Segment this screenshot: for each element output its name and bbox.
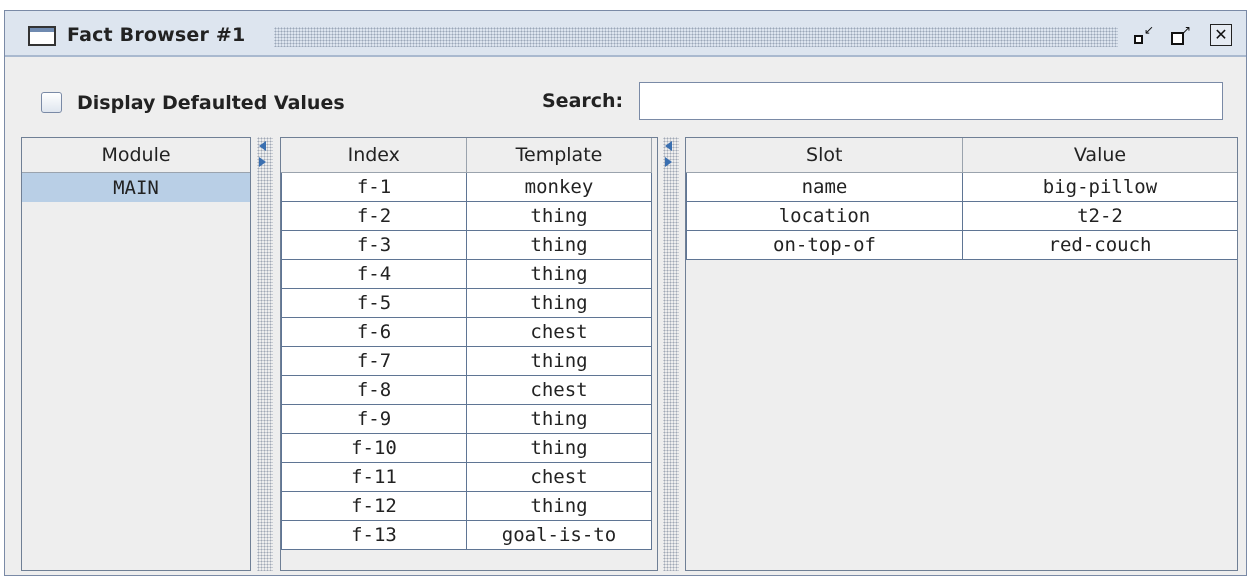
slot-name-cell[interactable]: name [686,172,963,202]
fact-row[interactable]: f-13 goal-is-to [281,520,652,550]
collapse-right-arrow-icon[interactable] [259,157,266,167]
fact-index-cell[interactable]: f-6 [281,317,467,347]
collapse-right-arrow-icon[interactable] [665,157,672,167]
fact-template-cell[interactable]: thing [466,201,652,231]
slots-table: Slot Value name big-pillow location t2-2 on-… [686,138,1237,260]
fact-template-cell[interactable]: thing [466,259,652,289]
maximize-icon[interactable]: ↗ [1169,24,1191,46]
fact-index-cell[interactable]: f-11 [281,462,467,492]
slot-name-cell[interactable]: location [686,201,963,231]
search-input[interactable] [639,82,1223,120]
fact-index-cell[interactable]: f-1 [281,172,467,202]
fact-row[interactable]: f-10 thing [281,433,652,463]
fact-template-cell[interactable]: thing [466,404,652,434]
slot-value-cell[interactable]: t2-2 [962,201,1237,231]
template-column-header[interactable]: Template [466,138,652,173]
fact-row[interactable]: f-8 chest [281,375,652,405]
fact-row[interactable]: f-11 chest [281,462,652,492]
slot-row[interactable]: name big-pillow [686,172,1237,202]
title-grip[interactable] [274,27,1118,47]
slots-pane: Slot Value name big-pillow location t2-2 on-… [685,137,1238,571]
fact-template-cell[interactable]: thing [466,346,652,376]
fact-row[interactable]: f-2 thing [281,201,652,231]
minimize-icon[interactable]: ↙ [1132,24,1154,46]
fact-template-cell[interactable]: goal-is-to [466,520,652,550]
fact-row[interactable]: f-9 thing [281,404,652,434]
index-column-header[interactable]: Index [281,138,467,173]
value-column-header[interactable]: Value [962,138,1237,173]
fact-template-cell[interactable]: monkey [466,172,652,202]
fact-row[interactable]: f-1 monkey [281,172,652,202]
fact-row[interactable]: f-3 thing [281,230,652,260]
module-cell[interactable]: MAIN [22,172,250,202]
fact-row[interactable]: f-12 thing [281,491,652,521]
module-column-header[interactable]: Module [22,138,250,173]
fact-browser-window: Fact Browser #1 ↙ ↗ ✕ Display Defaulted … [4,10,1247,576]
fact-template-cell[interactable]: thing [466,491,652,521]
fact-template-cell[interactable]: thing [466,433,652,463]
options-row: Display Defaulted Values Search: [5,79,1246,123]
search-label: Search: [542,90,624,112]
window-icon [28,26,56,46]
module-pane: Module MAIN [21,137,251,571]
window-title: Fact Browser #1 [67,24,246,46]
fact-row[interactable]: f-4 thing [281,259,652,289]
fact-index-cell[interactable]: f-4 [281,259,467,289]
close-icon[interactable]: ✕ [1210,24,1232,46]
fact-index-cell[interactable]: f-13 [281,520,467,550]
fact-index-cell[interactable]: f-5 [281,288,467,318]
facts-pane: Index Template f-1 monkey f-2 thing f-3 thing… [280,137,658,571]
fact-index-cell[interactable]: f-9 [281,404,467,434]
slot-row[interactable]: location t2-2 [686,201,1237,231]
title-bar[interactable]: Fact Browser #1 ↙ ↗ ✕ [5,11,1246,57]
display-defaulted-checkbox[interactable] [41,92,62,113]
slot-value-cell[interactable]: big-pillow [962,172,1237,202]
fact-index-cell[interactable]: f-12 [281,491,467,521]
fact-row[interactable]: f-6 chest [281,317,652,347]
module-splitter[interactable] [257,137,273,571]
slot-value-cell[interactable]: red-couch [962,230,1237,260]
fact-index-cell[interactable]: f-7 [281,346,467,376]
fact-template-cell[interactable]: thing [466,288,652,318]
fact-template-cell[interactable]: chest [466,317,652,347]
module-row[interactable]: MAIN [22,172,250,202]
slot-name-cell[interactable]: on-top-of [686,230,963,260]
collapse-left-arrow-icon[interactable] [665,141,672,151]
facts-table: Index Template f-1 monkey f-2 thing f-3 thing… [281,138,652,550]
fact-template-cell[interactable]: thing [466,230,652,260]
slot-column-header[interactable]: Slot [686,138,963,173]
fact-index-cell[interactable]: f-2 [281,201,467,231]
fact-template-cell[interactable]: chest [466,375,652,405]
fact-row[interactable]: f-7 thing [281,346,652,376]
facts-splitter[interactable] [663,137,679,571]
collapse-left-arrow-icon[interactable] [259,141,266,151]
fact-index-cell[interactable]: f-3 [281,230,467,260]
fact-index-cell[interactable]: f-10 [281,433,467,463]
slot-row[interactable]: on-top-of red-couch [686,230,1237,260]
fact-row[interactable]: f-5 thing [281,288,652,318]
display-defaulted-label[interactable]: Display Defaulted Values [77,92,345,114]
module-table: Module MAIN [22,138,250,202]
fact-template-cell[interactable]: chest [466,462,652,492]
fact-index-cell[interactable]: f-8 [281,375,467,405]
